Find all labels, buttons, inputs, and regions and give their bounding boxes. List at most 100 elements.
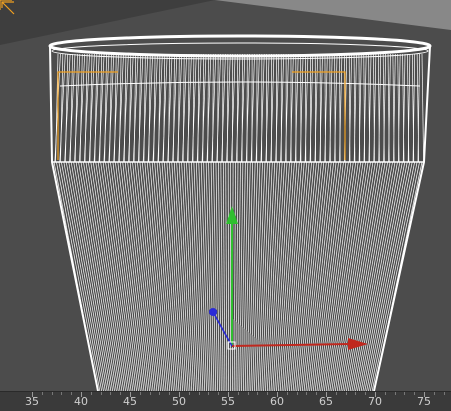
viewport-scene[interactable] — [0, 0, 451, 391]
mesh-edge — [171, 161, 187, 391]
ruler-tick-label: 55 — [221, 395, 235, 408]
mesh-edge — [250, 53, 255, 163]
mesh-edge — [222, 161, 226, 391]
mesh-edge — [90, 161, 126, 391]
mesh-edge — [216, 53, 221, 163]
mesh-edge — [276, 161, 293, 391]
mesh-edge — [213, 161, 218, 391]
mesh-edge — [201, 53, 207, 163]
mesh-edge — [211, 53, 217, 163]
ruler-minor-tick — [218, 392, 220, 395]
cup-band-line — [59, 81, 421, 87]
ruler-minor-tick — [443, 392, 445, 395]
mesh-edge — [168, 161, 185, 391]
ruler-minor-tick — [71, 392, 73, 395]
ruler-minor-tick — [433, 392, 435, 395]
ruler-minor-tick — [257, 392, 259, 395]
timeline-ruler[interactable]: 35 40 45 50 55 60 65 70 75 — [0, 391, 451, 411]
ruler-minor-tick — [384, 392, 386, 395]
ruler-minor-tick — [267, 392, 269, 395]
mesh-edge — [127, 161, 154, 391]
mesh-edge — [318, 161, 349, 391]
ruler-minor-tick — [247, 392, 249, 395]
ruler-minor-tick — [404, 392, 406, 395]
ruler-minor-tick — [286, 392, 288, 395]
background-plane — [215, 0, 451, 30]
mesh-edge — [221, 53, 226, 163]
mesh-edge — [421, 53, 424, 163]
selection-bracket — [292, 71, 346, 160]
ruler-minor-tick — [41, 392, 43, 395]
mesh-edge — [307, 161, 335, 391]
mesh-edge — [191, 53, 197, 163]
mesh-edge — [364, 161, 411, 391]
ruler-tick-label: 75 — [417, 395, 431, 408]
mesh-edge — [325, 161, 359, 391]
mesh-edge — [243, 161, 249, 391]
mesh-edge — [335, 161, 371, 391]
mesh-edge — [274, 161, 290, 391]
mesh-edge — [186, 53, 192, 163]
ruler-minor-tick — [414, 392, 416, 395]
ruler-tick-label: 50 — [172, 395, 186, 408]
mesh-edge — [226, 53, 231, 163]
mesh-edge — [112, 161, 143, 391]
mesh-edge — [157, 53, 163, 163]
ruler-minor-tick — [306, 392, 308, 395]
mesh-edge — [162, 53, 168, 163]
ruler-minor-tick — [110, 392, 112, 395]
mesh-edge — [102, 161, 136, 391]
mesh-edge — [114, 161, 145, 391]
mesh-edge — [147, 53, 153, 163]
ruler-minor-tick — [149, 392, 151, 395]
ruler-minor-tick — [345, 392, 347, 395]
ruler-minor-tick — [355, 392, 357, 395]
ruler-tick-label: 65 — [319, 395, 333, 408]
ruler-minor-tick — [208, 392, 210, 395]
ruler-minor-tick — [159, 392, 161, 395]
mesh-edge — [233, 161, 236, 391]
ruler-minor-tick — [394, 392, 396, 395]
ruler-minor-tick — [120, 392, 122, 395]
ruler-minor-tick — [61, 392, 63, 395]
mesh-edge — [366, 161, 413, 391]
mesh-edge — [172, 53, 178, 163]
3d-viewport[interactable] — [0, 0, 451, 391]
mesh-edge — [182, 53, 187, 163]
ruler-tick-label: 70 — [368, 395, 382, 408]
ruler-tick-label: 35 — [25, 395, 39, 408]
mesh-edge — [177, 53, 183, 163]
mesh-edge — [231, 53, 236, 163]
mesh-edge — [245, 53, 251, 163]
mesh-edge — [236, 53, 241, 163]
mesh-edge — [257, 161, 268, 391]
ruler-tick-label: 60 — [270, 395, 284, 408]
mesh-edge — [152, 53, 158, 163]
cup-rim — [48, 34, 432, 58]
mesh-edge — [196, 53, 202, 163]
mesh-edge — [368, 161, 415, 391]
mesh-edge — [167, 53, 173, 163]
ruler-minor-tick — [365, 392, 367, 395]
mesh-edge — [225, 161, 228, 391]
ruler-tick-label: 40 — [74, 395, 88, 408]
ruler-minor-tick — [188, 392, 190, 395]
ruler-minor-tick — [316, 392, 318, 395]
ruler-minor-tick — [335, 392, 337, 395]
ruler-minor-tick — [90, 392, 92, 395]
ruler-minor-tick — [169, 392, 171, 395]
ruler-minor-tick — [139, 392, 141, 395]
ruler-tick-label: 45 — [123, 395, 137, 408]
mesh-edge — [206, 53, 212, 163]
mesh-edge — [63, 161, 106, 391]
gizmo-y-arrow-handle[interactable] — [226, 206, 238, 224]
mesh-edge — [240, 53, 246, 163]
ruler-minor-tick — [100, 392, 102, 395]
mesh-edge — [316, 161, 347, 391]
mesh-edge — [193, 161, 204, 391]
mesh-edge — [235, 161, 239, 391]
gizmo-z-handle[interactable] — [209, 308, 217, 316]
mesh-edge — [355, 161, 398, 391]
ruler-minor-tick — [198, 392, 200, 395]
ruler-minor-tick — [296, 392, 298, 395]
